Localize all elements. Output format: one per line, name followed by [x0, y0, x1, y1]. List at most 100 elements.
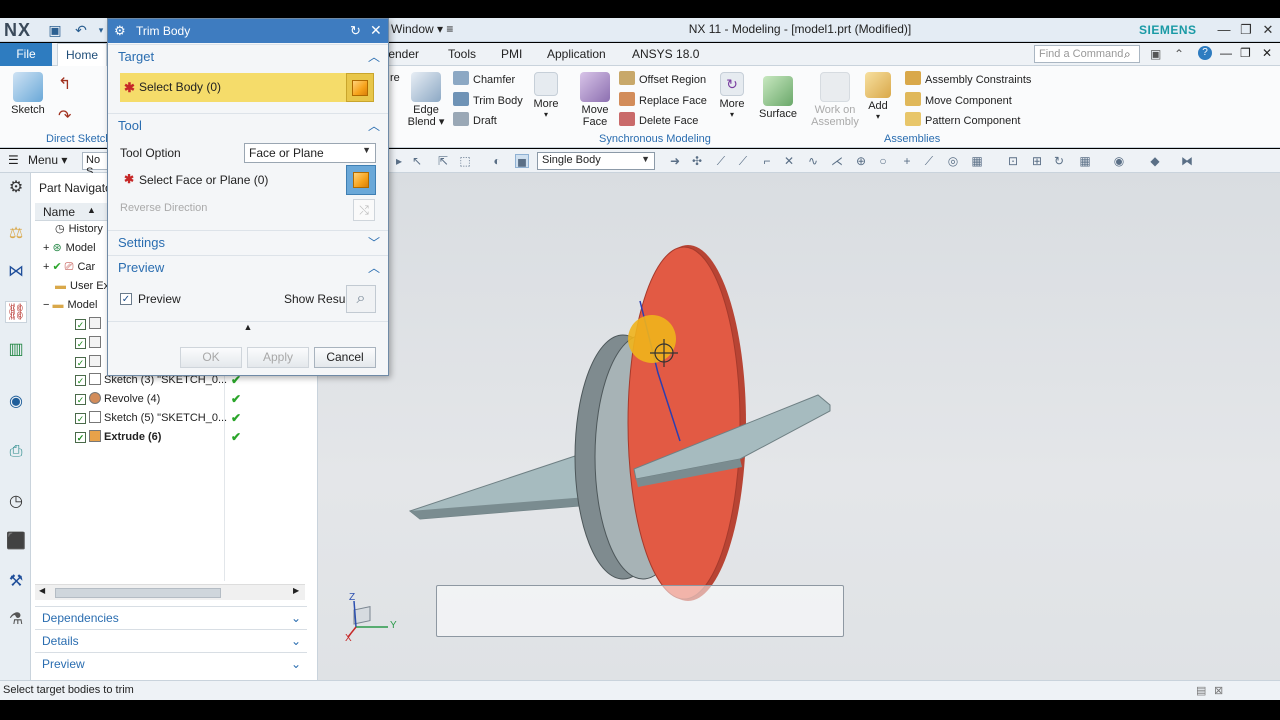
tool-option-select[interactable]: Face or Plane ▼	[244, 143, 376, 163]
point-on-curve-icon[interactable]: ⟋	[922, 154, 936, 168]
preview-checkbox[interactable]: ✓	[120, 293, 132, 305]
scroll-left-icon[interactable]: ◀	[39, 586, 45, 595]
tab-extender[interactable]: tender	[385, 47, 419, 61]
apply-button[interactable]: Apply	[247, 347, 309, 368]
constraint-navigator-icon[interactable]: ⋈	[5, 261, 27, 283]
orient-view-icon[interactable]: ▦	[1078, 154, 1092, 168]
scroll-thumb[interactable]	[55, 588, 221, 598]
visibility-checkbox[interactable]: ✓	[75, 357, 86, 368]
part-navigator-icon[interactable]: ⛓	[5, 301, 27, 323]
doc-minimize-icon[interactable]: —	[1220, 46, 1232, 60]
reverse-direction-button[interactable]: ⤭	[353, 199, 375, 221]
more-button[interactable]: More ▾	[530, 72, 562, 119]
trim-body-button[interactable]: Trim Body	[453, 92, 523, 107]
collapse-dialog-icon[interactable]: ▲	[108, 321, 388, 335]
undo-icon[interactable]: ↶	[72, 21, 90, 39]
dialog-title-bar[interactable]: ⚙ Trim Body ↻ ✕	[108, 19, 388, 43]
visibility-checkbox[interactable]: ✓	[75, 319, 86, 330]
feature-select-icon[interactable]: ◐	[490, 154, 504, 168]
control-point-icon[interactable]: ⌐	[760, 154, 774, 168]
status-icon-1[interactable]: ▤	[1196, 684, 1206, 697]
panel-dependencies[interactable]: Dependencies ⌄	[35, 606, 307, 628]
sketch-button[interactable]: Sketch	[8, 72, 48, 116]
scroll-right-icon[interactable]: ▶	[293, 586, 299, 595]
rotate-icon[interactable]: ↻	[1052, 154, 1066, 168]
intersection-icon[interactable]: ✕	[782, 154, 796, 168]
web-browser-icon[interactable]: ◉	[5, 391, 27, 413]
doc-close-icon[interactable]: ✕	[1262, 46, 1272, 60]
delete-face-button[interactable]: Delete Face	[619, 112, 698, 127]
section-preview[interactable]: Preview ︿	[108, 255, 388, 279]
select-body-button[interactable]	[346, 73, 374, 102]
tree-row-extrude-6[interactable]: ✓ Extrude (6) ✔	[35, 428, 307, 446]
select-body-selector[interactable]: ✱ Select Body (0)	[120, 73, 346, 102]
rectangle-select-icon[interactable]: ⬚	[458, 154, 472, 168]
tab-file[interactable]: File	[0, 43, 52, 66]
quadrant-icon[interactable]: ○	[876, 154, 890, 168]
system-materials-icon[interactable]: ⚒	[5, 571, 27, 593]
clock-icon[interactable]: ◷	[5, 491, 27, 513]
layout-icon[interactable]: ▣	[1150, 47, 1161, 61]
tools-icon[interactable]: ⚗	[5, 609, 27, 631]
body-select-icon[interactable]: ◼	[515, 154, 529, 169]
circle-center-icon[interactable]: ⊕	[854, 154, 868, 168]
window-menu[interactable]: Window ▾ ≡	[391, 22, 453, 36]
body-rule-select[interactable]: Single Body ▼	[537, 152, 655, 170]
doc-restore-icon[interactable]: ❐	[1240, 46, 1251, 60]
close-icon[interactable]: ✕	[370, 22, 382, 39]
tab-pmi[interactable]: PMI	[501, 47, 522, 61]
search-icon[interactable]: ⌕	[1124, 47, 1131, 62]
select-face-button[interactable]	[346, 165, 376, 195]
cancel-button[interactable]: Cancel	[314, 347, 376, 368]
add-component-button[interactable]: Add ▾	[864, 72, 892, 121]
render-style-icon[interactable]: ◉	[1112, 154, 1126, 168]
tree-row-revolve-4[interactable]: ✓ Revolve (4) ✔	[35, 390, 307, 408]
snap-icon[interactable]: ▸	[392, 154, 406, 168]
assembly-navigator-icon[interactable]: ⚖	[5, 223, 27, 245]
history-icon[interactable]: ⎙	[5, 441, 27, 463]
end-point-icon[interactable]: ⟋	[714, 154, 728, 168]
fit-view-icon[interactable]: ⊡	[1006, 154, 1020, 168]
more-sync-button[interactable]: ↻ More ▾	[716, 72, 748, 119]
section-tool[interactable]: Tool ︿	[108, 113, 388, 137]
curve-point-icon[interactable]: ∿	[806, 154, 820, 168]
bounded-grid-icon[interactable]: ▦	[970, 154, 984, 168]
tree-row-sketch-5[interactable]: ✓ Sketch (5) "SKETCH_0... ✔	[35, 409, 307, 427]
type-filter-select[interactable]: No S	[82, 152, 108, 178]
pattern-component-button[interactable]: Pattern Component	[905, 112, 1020, 127]
snap-arrow-icon[interactable]: ➜	[668, 154, 682, 168]
panel-details[interactable]: Details ⌄	[35, 629, 307, 651]
existing-point-icon[interactable]: +	[900, 154, 914, 168]
display-cube-icon[interactable]: ◆	[1148, 154, 1162, 168]
visibility-icon[interactable]: ⧓	[1180, 154, 1194, 168]
select-face-label[interactable]: Select Face or Plane (0)	[139, 173, 268, 187]
reuse-library-icon[interactable]: ▥	[5, 339, 27, 361]
menu-button[interactable]: Menu ▾	[28, 153, 67, 167]
visibility-checkbox[interactable]: ✓	[75, 413, 86, 424]
mid-point-icon[interactable]: ⟋	[736, 154, 750, 168]
snap-point-icon[interactable]: ✣	[690, 154, 704, 168]
zoom-icon[interactable]: ⊞	[1030, 154, 1044, 168]
close-icon[interactable]: ✕	[1258, 20, 1278, 40]
tab-tools[interactable]: Tools	[448, 47, 476, 61]
assembly-constraints-button[interactable]: Assembly Constraints	[905, 71, 1031, 86]
reset-icon[interactable]: ↻	[350, 23, 361, 39]
surface-button[interactable]: Surface	[758, 76, 798, 120]
visibility-checkbox[interactable]: ✓	[75, 394, 86, 405]
help-icon[interactable]: ?	[1198, 46, 1212, 60]
profile-icon[interactable]: ↰	[58, 74, 71, 94]
offset-region-button[interactable]: Offset Region	[619, 71, 706, 86]
column-name-header[interactable]: Name	[43, 205, 75, 219]
tab-home[interactable]: Home	[57, 43, 107, 67]
gear-icon[interactable]: ⚙	[114, 23, 126, 39]
graphics-window[interactable]: Z Y X	[318, 173, 1280, 680]
panel-preview[interactable]: Preview ⌄	[35, 652, 307, 674]
status-icon-2[interactable]: ⊠	[1214, 684, 1223, 697]
minimize-icon[interactable]: —	[1214, 20, 1234, 40]
restore-icon[interactable]: ❐	[1236, 20, 1256, 40]
horizontal-scrollbar[interactable]: ◀ ▶	[35, 584, 305, 600]
select-all-icon[interactable]: ⇱	[436, 154, 450, 168]
visibility-checkbox[interactable]: ✓	[75, 338, 86, 349]
section-target[interactable]: Target ︿	[108, 44, 388, 68]
replace-face-button[interactable]: Replace Face	[619, 92, 707, 107]
